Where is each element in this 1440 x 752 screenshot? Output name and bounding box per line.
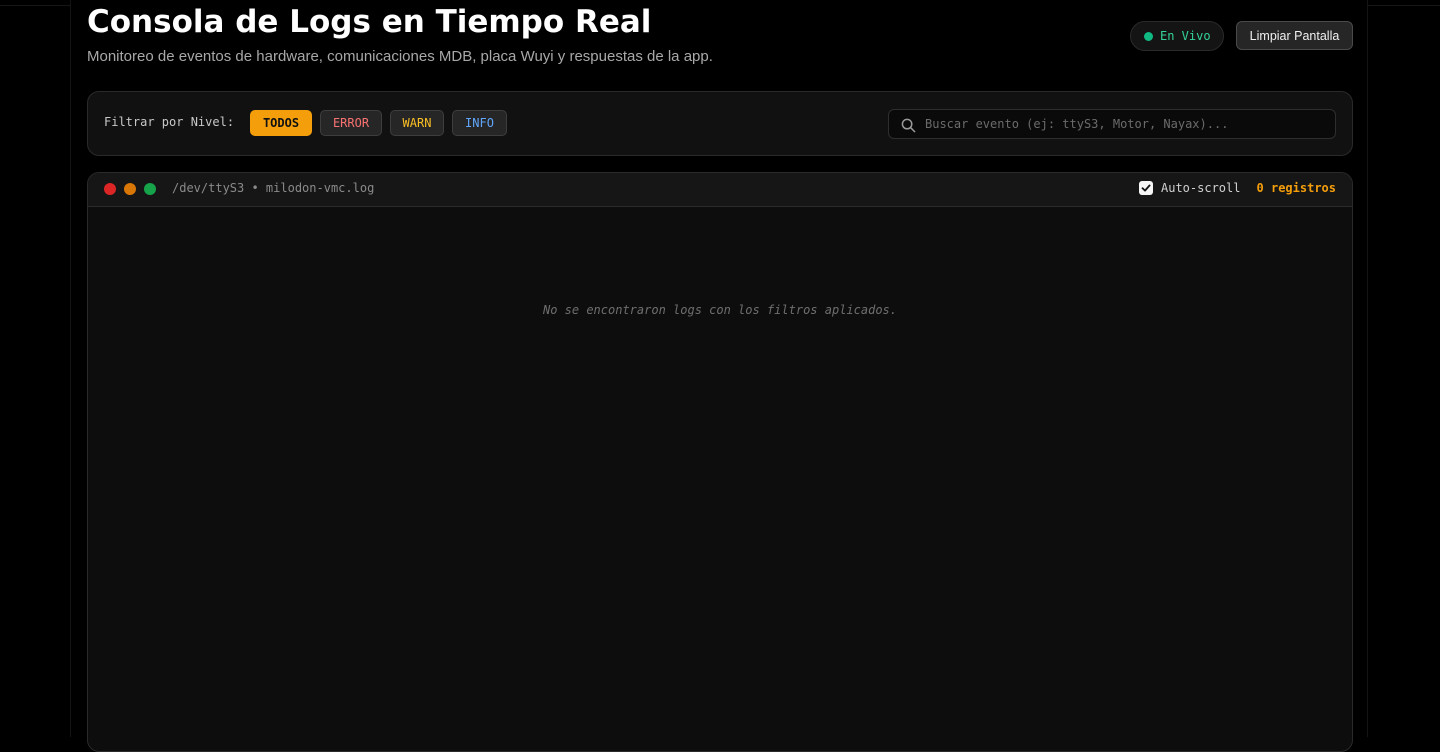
clear-screen-button[interactable]: Limpiar Pantalla — [1236, 21, 1353, 50]
red-dot-icon — [104, 183, 116, 195]
filter-panel: Filtrar por Nivel: TODOS ERROR WARN INFO — [87, 91, 1353, 156]
page-title: Consola de Logs en Tiempo Real — [87, 4, 652, 40]
records-count: 0 registros — [1256, 181, 1336, 195]
check-icon — [1141, 184, 1151, 192]
search-box[interactable] — [888, 109, 1336, 139]
filter-error-button[interactable]: ERROR — [320, 110, 382, 136]
live-dot-icon — [1144, 31, 1153, 41]
search-input[interactable] — [925, 110, 1325, 138]
filter-todos-button[interactable]: TODOS — [250, 110, 312, 136]
autoscroll-label[interactable]: Auto-scroll — [1161, 181, 1240, 195]
filter-label: Filtrar por Nivel: — [104, 115, 235, 129]
orange-dot-icon — [124, 183, 136, 195]
filter-info-button[interactable]: INFO — [452, 110, 507, 136]
log-console: /dev/ttyS3 • milodon-vmc.log Auto-scroll… — [87, 172, 1353, 752]
live-status-badge: En Vivo — [1130, 21, 1224, 51]
search-icon — [901, 118, 916, 133]
console-path: /dev/ttyS3 • milodon-vmc.log — [172, 181, 375, 195]
empty-message: No se encontraron logs con los filtros a… — [542, 303, 897, 317]
live-label: En Vivo — [1160, 29, 1211, 43]
page-subtitle: Monitoreo de eventos de hardware, comuni… — [87, 48, 713, 65]
console-header: /dev/ttyS3 • milodon-vmc.log Auto-scroll… — [88, 173, 1352, 207]
green-dot-icon — [144, 183, 156, 195]
filter-warn-button[interactable]: WARN — [390, 110, 444, 136]
autoscroll-checkbox[interactable] — [1139, 181, 1153, 195]
